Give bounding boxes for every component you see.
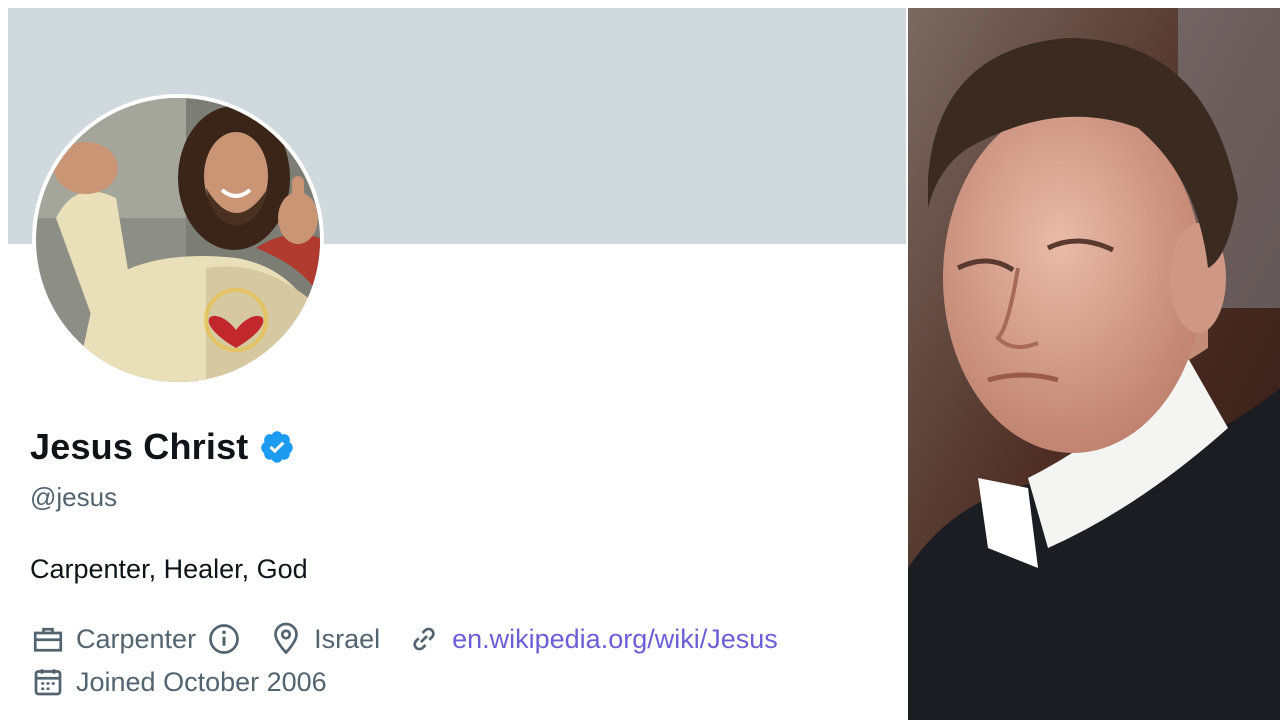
avatar[interactable] [36,98,320,382]
location-pin-icon [274,622,298,655]
joined-item: Joined October 2006 [30,664,327,700]
website-link[interactable]: en.wikipedia.org/wiki/Jesus [452,624,778,655]
profile-bio: Carpenter, Healer, God [30,554,308,584]
portrait-image [908,8,1280,720]
avatar-image [36,98,320,382]
website-item[interactable]: en.wikipedia.org/wiki/Jesus [406,621,778,657]
profile-name-row: Jesus Christ [30,426,295,468]
joined-label: Joined October 2006 [76,666,327,697]
link-icon [413,627,435,651]
profile-card: Jesus Christ @jesus Carpenter, Healer, G… [0,0,906,720]
calendar-icon [34,669,62,696]
briefcase-icon [33,627,63,652]
profile-meta-row: Carpenter Israel en.wikipedia.org/wiki/J… [30,621,804,657]
profession-label: Carpenter [76,623,197,654]
profession-item: Carpenter [30,621,242,657]
profile-joined-row: Joined October 2006 [30,664,353,700]
location-item: Israel [268,621,380,657]
portrait-photo [908,8,1280,720]
info-icon[interactable] [206,621,242,657]
profile-handle: @jesus [30,482,118,512]
verified-badge-icon[interactable] [259,429,295,465]
profile-name: Jesus Christ [30,426,249,467]
location-label: Israel [314,623,381,654]
